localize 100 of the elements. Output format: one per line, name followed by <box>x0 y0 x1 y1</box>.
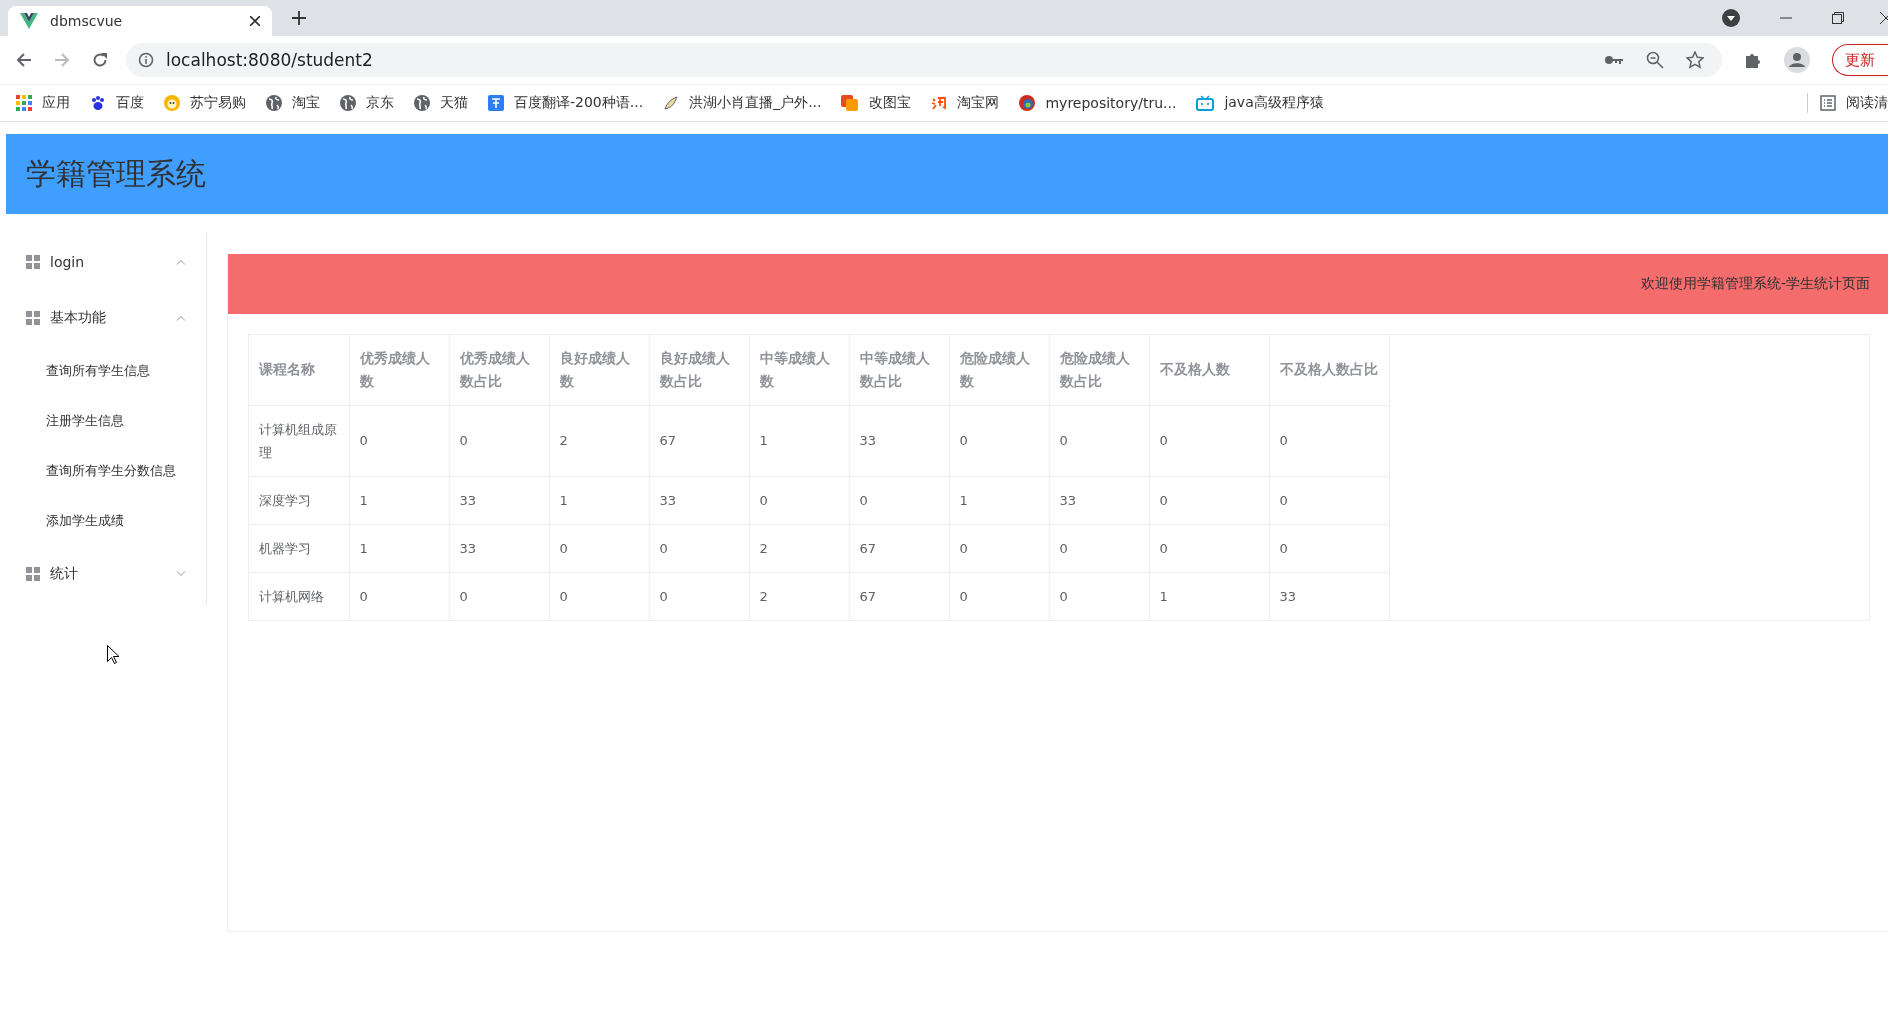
star-icon[interactable] <box>1686 51 1704 69</box>
table-cell: 深度学习 <box>249 476 349 524</box>
tab-title: dbmscvue <box>50 13 123 29</box>
paw-icon <box>90 95 106 111</box>
table-cell: 1 <box>1149 572 1269 620</box>
reading-list-button[interactable]: 阅读清 <box>1820 94 1888 112</box>
banner-text: 欢迎使用学籍管理系统-学生统计页面 <box>1640 275 1870 293</box>
table-cell: 0 <box>1269 524 1389 572</box>
bookmark[interactable]: 百度 <box>90 94 144 112</box>
column-header: 优秀成绩人数占比 <box>449 335 549 405</box>
zoom-out-icon[interactable] <box>1646 51 1664 69</box>
column-header: 不及格人数 <box>1149 335 1269 405</box>
grid-icon <box>26 567 40 581</box>
table-cell: 1 <box>949 476 1049 524</box>
new-tab-icon[interactable] <box>292 11 306 25</box>
close-tab-icon[interactable] <box>250 16 260 26</box>
globe-icon <box>414 95 430 111</box>
back-icon[interactable] <box>16 52 32 68</box>
table-cell: 33 <box>1269 572 1389 620</box>
table-cell: 0 <box>1149 524 1269 572</box>
bookmark[interactable]: 淘宝 <box>266 94 320 112</box>
bookmark[interactable]: 改图宝 <box>841 94 912 112</box>
table-cell: 0 <box>649 524 749 572</box>
bookmark[interactable]: myrepository/tru... <box>1019 95 1177 111</box>
swirl-logo-icon <box>1019 95 1036 111</box>
table-cell: 0 <box>1269 405 1389 476</box>
table-cell: 33 <box>649 476 749 524</box>
bookmark[interactable]: java高级程序猿 <box>1196 94 1324 112</box>
bookmark[interactable]: 百度翻译-200种语... <box>488 94 644 112</box>
table-cell: 67 <box>849 524 949 572</box>
table-cell: 0 <box>1149 405 1269 476</box>
menu-item[interactable]: 统计 <box>6 546 206 602</box>
table-cell: 33 <box>449 524 549 572</box>
bookmark[interactable]: 苏宁易购 <box>164 94 246 112</box>
column-header: 优秀成绩人数 <box>349 335 449 405</box>
tv-icon <box>1196 95 1215 111</box>
table-cell: 0 <box>1049 572 1149 620</box>
table-cell: 1 <box>349 476 449 524</box>
key-icon[interactable] <box>1604 54 1624 66</box>
submenu-item[interactable]: 查询所有学生信息 <box>6 346 206 396</box>
app-title: 学籍管理系统 <box>26 154 206 193</box>
bookmark[interactable]: 淘宝网 <box>931 94 1000 112</box>
table-cell: 0 <box>1049 524 1149 572</box>
profile-dropdown-icon[interactable] <box>1722 9 1740 27</box>
table-cell: 67 <box>849 572 949 620</box>
chevron-up-icon <box>176 315 186 321</box>
menu-item[interactable]: login <box>6 234 206 290</box>
table-cell: 33 <box>449 476 549 524</box>
apps-grid-icon <box>16 95 32 111</box>
table-cell: 0 <box>349 405 449 476</box>
bookmark[interactable]: 应用 <box>16 94 70 112</box>
column-header: 不及格人数占比 <box>1269 335 1389 405</box>
table-cell: 0 <box>949 524 1049 572</box>
column-header: 良好成绩人数 <box>549 335 649 405</box>
table-cell: 0 <box>449 572 549 620</box>
table-cell: 2 <box>749 524 849 572</box>
grid-icon <box>26 311 40 325</box>
table-cell: 计算机网络 <box>249 572 349 620</box>
url-text: localhost:8080/student2 <box>166 50 373 70</box>
puzzle-icon[interactable] <box>1744 51 1762 69</box>
table-cell: 33 <box>1049 476 1149 524</box>
bookmark[interactable]: 洪湖小肖直播_户外... <box>663 94 822 112</box>
list-icon <box>1820 95 1836 111</box>
info-icon <box>138 52 154 68</box>
chevron-down-icon <box>176 571 186 577</box>
tao-icon <box>931 95 948 111</box>
bookmark[interactable]: 京东 <box>340 94 394 112</box>
update-button[interactable]: 更新 <box>1832 44 1888 76</box>
table-cell: 2 <box>549 405 649 476</box>
close-icon[interactable] <box>1880 12 1888 24</box>
browser-tab[interactable]: dbmscvue <box>8 6 272 36</box>
menu-item[interactable]: 基本功能 <box>6 290 206 346</box>
address-field[interactable]: localhost:8080/student2 <box>126 43 1722 77</box>
submenu-item[interactable]: 查询所有学生分数信息 <box>6 446 206 496</box>
submenu-item[interactable]: 注册学生信息 <box>6 396 206 446</box>
reload-icon[interactable] <box>92 52 108 68</box>
column-header: 危险成绩人数 <box>949 335 1049 405</box>
table-cell: 0 <box>349 572 449 620</box>
column-header: 中等成绩人数 <box>749 335 849 405</box>
table-cell: 33 <box>849 405 949 476</box>
column-header: 危险成绩人数占比 <box>1049 335 1149 405</box>
table-cell: 机器学习 <box>249 524 349 572</box>
mouse-cursor-icon <box>107 645 119 664</box>
squares-icon <box>841 95 860 111</box>
restore-icon[interactable] <box>1832 12 1844 24</box>
bookmark[interactable]: 天猫 <box>414 94 468 112</box>
column-header: 良好成绩人数占比 <box>649 335 749 405</box>
table-cell: 1 <box>549 476 649 524</box>
column-header: 中等成绩人数占比 <box>849 335 949 405</box>
avatar-icon[interactable] <box>1784 47 1810 73</box>
table-cell: 1 <box>349 524 449 572</box>
column-header: 课程名称 <box>249 335 349 405</box>
table-cell: 0 <box>549 524 649 572</box>
globe-icon <box>266 95 282 111</box>
globe-icon <box>340 95 356 111</box>
table-cell: 0 <box>1049 405 1149 476</box>
submenu-item[interactable]: 添加学生成绩 <box>6 496 206 546</box>
table-cell: 0 <box>749 476 849 524</box>
chevron-up-icon <box>176 259 186 265</box>
table-cell: 0 <box>949 572 1049 620</box>
